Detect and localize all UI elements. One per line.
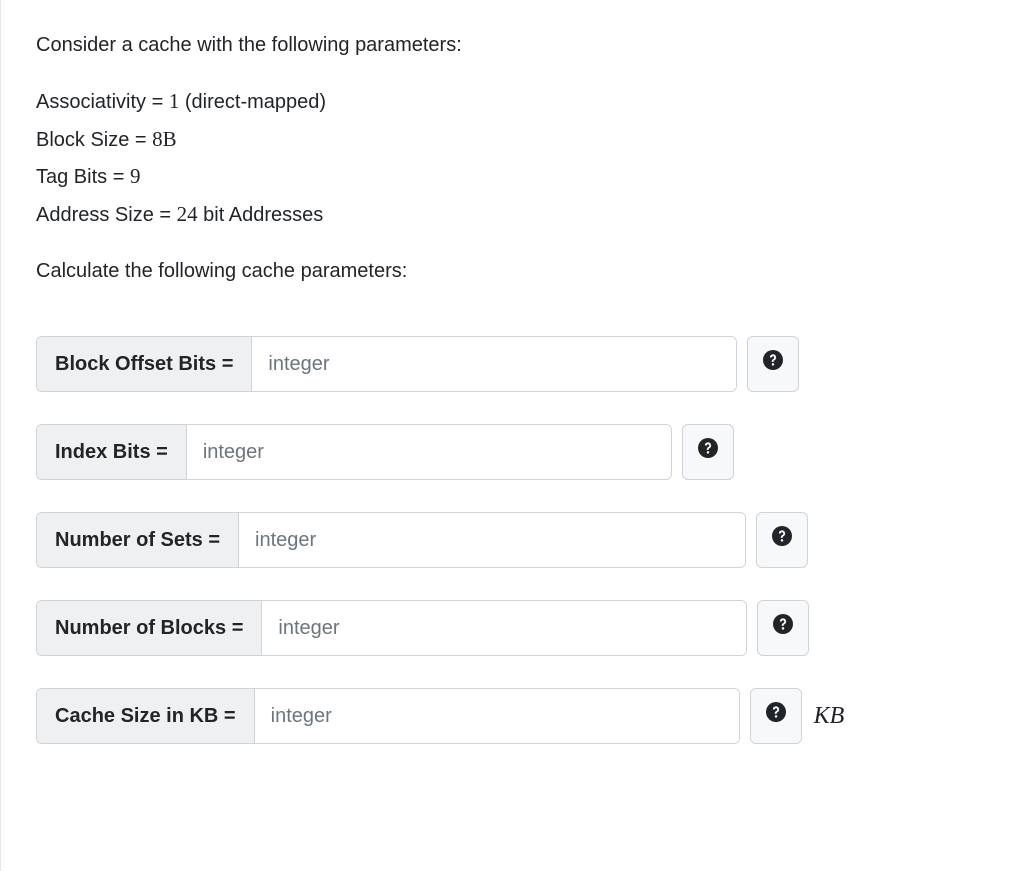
row-block-offset-bits: Block Offset Bits = — [36, 336, 988, 392]
field-group: Number of Blocks = — [36, 600, 747, 656]
question-circle-icon — [772, 525, 792, 555]
help-button[interactable] — [756, 512, 808, 568]
prompt-intro: Consider a cache with the following para… — [36, 30, 988, 60]
field-group: Number of Sets = — [36, 512, 746, 568]
block-offset-bits-input[interactable] — [252, 337, 736, 391]
prompt-block: Consider a cache with the following para… — [36, 30, 988, 286]
param-label: Associativity = — [36, 91, 169, 113]
question-page: Consider a cache with the following para… — [0, 0, 1024, 871]
param-value: 24 — [177, 202, 198, 226]
question-circle-icon — [698, 437, 718, 467]
row-number-of-sets: Number of Sets = — [36, 512, 988, 568]
param-value: 1 — [169, 89, 180, 113]
field-group: Cache Size in KB = — [36, 688, 740, 744]
param-associativity: Associativity = 1 (direct-mapped) — [36, 86, 988, 118]
number-of-blocks-input[interactable] — [262, 601, 746, 655]
param-label: Tag Bits = — [36, 166, 130, 188]
param-value: 8B — [152, 127, 177, 151]
param-label: Block Size = — [36, 129, 152, 151]
row-number-of-blocks: Number of Blocks = — [36, 600, 988, 656]
help-button[interactable] — [747, 336, 799, 392]
param-tag-bits: Tag Bits = 9 — [36, 161, 988, 193]
field-label: Number of Sets = — [37, 513, 239, 567]
param-suffix: (direct-mapped) — [179, 91, 326, 113]
index-bits-input[interactable] — [187, 425, 671, 479]
field-label: Index Bits = — [37, 425, 187, 479]
help-button[interactable] — [757, 600, 809, 656]
field-label: Number of Blocks = — [37, 601, 262, 655]
row-index-bits: Index Bits = — [36, 424, 988, 480]
inputs-area: Block Offset Bits = Index Bits = — [36, 328, 988, 744]
field-label: Cache Size in KB = — [37, 689, 255, 743]
calc-instruction: Calculate the following cache parameters… — [36, 256, 988, 286]
param-block-size: Block Size = 8B — [36, 124, 988, 156]
param-suffix: bit Addresses — [198, 204, 324, 226]
question-circle-icon — [763, 349, 783, 379]
unit-label: KB — [814, 688, 845, 744]
question-circle-icon — [766, 701, 786, 731]
param-value: 9 — [130, 164, 141, 188]
param-address-size: Address Size = 24 bit Addresses — [36, 199, 988, 231]
field-label: Block Offset Bits = — [37, 337, 252, 391]
field-group: Block Offset Bits = — [36, 336, 737, 392]
number-of-sets-input[interactable] — [239, 513, 745, 567]
cache-size-input[interactable] — [255, 689, 739, 743]
row-cache-size: Cache Size in KB = KB — [36, 688, 988, 744]
field-group: Index Bits = — [36, 424, 672, 480]
param-label: Address Size = — [36, 204, 177, 226]
help-button[interactable] — [750, 688, 802, 744]
help-button[interactable] — [682, 424, 734, 480]
question-circle-icon — [773, 613, 793, 643]
